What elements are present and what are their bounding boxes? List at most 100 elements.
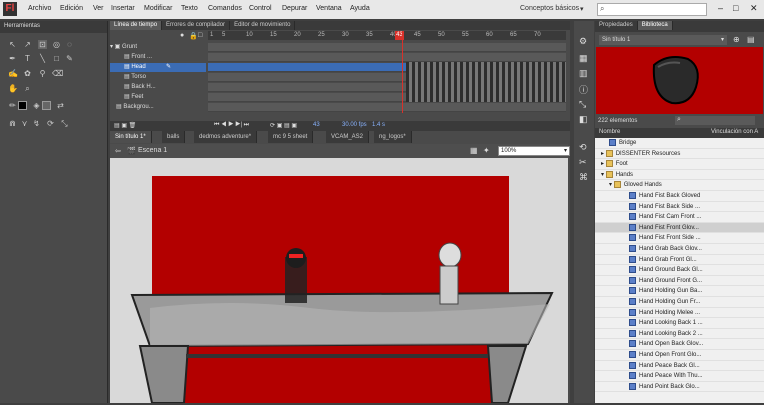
library-item[interactable]: ▸ DISSENTER Resources xyxy=(595,148,764,160)
new-library-icon[interactable]: ▤ xyxy=(747,35,755,44)
playback-controls[interactable]: ⏮ ◀ ▶ ▶| ⏭ xyxy=(214,122,249,129)
eraser-tool-icon[interactable]: ⌫ xyxy=(52,69,63,78)
back-arrow-icon[interactable]: ⇦ xyxy=(115,147,121,155)
actions-panel-icon[interactable]: ⌘ xyxy=(579,172,588,183)
doc-tab[interactable]: VCAM_AS2 xyxy=(326,131,370,143)
library-item[interactable]: Hand Fist Cam Front ... xyxy=(595,212,764,223)
menu-comandos[interactable]: Comandos xyxy=(208,5,242,12)
keyframe-sequence[interactable] xyxy=(406,62,566,102)
library-item[interactable]: Hand Fist Front Side ... xyxy=(595,233,764,244)
close-icon[interactable]: ✕ xyxy=(750,3,758,14)
menu-ver[interactable]: Ver xyxy=(93,5,104,12)
straighten-icon[interactable]: ↯ xyxy=(32,119,41,128)
library-item[interactable]: ▾ Gloved Hands xyxy=(595,180,764,191)
help-search-input[interactable]: ⌕ xyxy=(597,3,707,16)
color-panel-icon[interactable]: ⚙ xyxy=(579,36,587,47)
fill-color-swatch[interactable] xyxy=(42,101,51,110)
outline-icon[interactable]: □ xyxy=(198,32,202,39)
library-item[interactable]: Hand Holding Gun Ba... xyxy=(595,286,764,297)
deco-tool-icon[interactable]: ✿ xyxy=(23,69,32,78)
library-item[interactable]: Hand Grab Front Gl... xyxy=(595,254,764,266)
library-item[interactable]: Hand Ground Front G... xyxy=(595,275,764,287)
library-search-input[interactable]: ⌕ xyxy=(675,116,755,125)
minimize-icon[interactable]: – xyxy=(718,3,723,13)
rotate-icon[interactable]: ⟳ xyxy=(46,119,55,128)
library-item[interactable]: ▾ Hands xyxy=(595,169,764,181)
menu-control[interactable]: Control xyxy=(249,5,272,12)
doc-tab[interactable]: dedmos adventure* xyxy=(194,131,258,143)
timeline-ruler[interactable]: 1 5 10 15 20 25 30 35 40 45 50 55 60 65 … xyxy=(208,31,566,40)
pencil-tool-icon[interactable]: ✎ xyxy=(65,54,74,63)
layer-row[interactable]: ▤ Backgrou... xyxy=(110,103,206,112)
current-frame[interactable]: 43 xyxy=(313,122,320,128)
lock-icon[interactable]: 🔒 xyxy=(189,32,198,40)
pin-icon[interactable]: ⊕ xyxy=(733,35,740,44)
workspace-dropdown-icon[interactable]: ▾ xyxy=(580,5,584,13)
rectangle-tool-icon[interactable]: □ xyxy=(52,54,61,63)
library-item[interactable]: Hand Peace Back Gl... xyxy=(595,360,764,372)
library-item[interactable]: Hand Looking Back 2 ... xyxy=(595,328,764,340)
layer-row[interactable]: ▤ Front ... xyxy=(110,53,206,62)
column-linkage[interactable]: Vinculación con A xyxy=(711,129,758,135)
layer-row[interactable]: ▤ Back H... xyxy=(110,83,206,92)
onion-skin-icons[interactable]: ⟳ ▣ ▤ ▣ xyxy=(270,122,297,129)
layer-row-selected[interactable]: ▤ Head ✎ xyxy=(110,63,206,72)
menu-modificar[interactable]: Modificar xyxy=(144,5,172,12)
workspace-switcher[interactable]: Conceptos básicos xyxy=(520,5,579,12)
tab-compiler-errors[interactable]: Errores de compilador xyxy=(162,21,231,30)
doc-tab[interactable]: balls xyxy=(162,131,186,143)
library-item[interactable]: Hand Grab Back Glov... xyxy=(595,244,764,255)
layer-frames[interactable] xyxy=(208,43,566,52)
library-item[interactable]: Hand Looking Back 1 ... xyxy=(595,318,764,329)
info-panel-icon[interactable]: ⓘ xyxy=(579,83,588,96)
doc-tab[interactable]: ng_logos* xyxy=(374,131,412,143)
edit-symbols-icon[interactable]: ✦ xyxy=(483,146,490,155)
library-item[interactable]: Hand Open Back Glov... xyxy=(595,339,764,350)
layer-frames[interactable] xyxy=(208,53,566,62)
menu-texto[interactable]: Texto xyxy=(181,5,198,12)
transform-panel-icon[interactable]: ⤡ xyxy=(579,99,586,110)
history-panel-icon[interactable]: ⟲ xyxy=(579,142,587,153)
library-item[interactable]: Hand Open Front Glo... xyxy=(595,350,764,361)
column-name[interactable]: Nombre xyxy=(599,129,620,135)
menu-edicion[interactable]: Edición xyxy=(60,5,83,12)
edit-scene-icon[interactable]: ▦ xyxy=(470,146,478,155)
zoom-select[interactable]: 100% ▾ xyxy=(498,146,570,156)
brush-tool-icon[interactable]: ✍ xyxy=(8,69,18,78)
maximize-icon[interactable]: □ xyxy=(733,3,738,13)
line-tool-icon[interactable]: ╲ xyxy=(38,54,47,63)
menu-ventana[interactable]: Ventana xyxy=(316,5,342,12)
swatches-panel-icon[interactable]: ▦ xyxy=(579,53,588,64)
library-item-selected[interactable]: Hand Fist Front Glov... xyxy=(595,222,764,234)
components-panel-icon[interactable]: ◧ xyxy=(579,114,588,125)
layer-row[interactable]: ▤ Feet xyxy=(110,93,206,102)
zoom-tool-icon[interactable]: ⌕ xyxy=(23,84,32,93)
tab-library[interactable]: Biblioteca xyxy=(637,21,673,30)
library-item[interactable]: Hand Peace With Thu... xyxy=(595,371,764,382)
library-item[interactable]: Bridge xyxy=(595,138,764,149)
library-item[interactable]: Hand Fist Back Gloved xyxy=(595,191,764,202)
smooth-icon[interactable]: ⋎ xyxy=(20,119,29,128)
library-item[interactable]: Hand Point Back Glo... xyxy=(595,381,764,393)
free-transform-tool-icon[interactable]: ⊡ xyxy=(38,40,47,49)
scene-label[interactable]: Escena 1 xyxy=(138,147,167,154)
subselection-tool-icon[interactable]: ↗ xyxy=(23,40,32,49)
layer-frames[interactable] xyxy=(208,103,566,112)
tab-properties[interactable]: Propiedades xyxy=(595,21,638,30)
tab-timeline[interactable]: Línea de tiempo xyxy=(110,21,163,30)
doc-tab[interactable]: mc 9 5 sheet xyxy=(268,131,314,143)
library-item[interactable]: Hand Fist Back Side ... xyxy=(595,201,764,213)
eye-icon[interactable]: ● xyxy=(180,32,184,39)
menu-archivo[interactable]: Archivo xyxy=(28,5,51,12)
stage-canvas[interactable] xyxy=(110,158,568,404)
layer-row-folder[interactable]: ▾ ▣ Grunt xyxy=(110,43,206,52)
bone-tool-icon[interactable]: ⚲ xyxy=(38,69,47,78)
selection-tool-icon[interactable]: ↖ xyxy=(8,40,17,49)
library-item[interactable]: Hand Holding Melee ... xyxy=(595,307,764,319)
lasso-tool-icon[interactable]: ◌ xyxy=(65,40,74,49)
code-snippets-icon[interactable]: ✂ xyxy=(579,157,587,168)
swap-colors-icon[interactable]: ⇄ xyxy=(56,101,65,110)
fill-color-icon[interactable]: ◈ xyxy=(32,101,41,110)
stroke-color-icon[interactable]: ✏ xyxy=(8,101,17,110)
align-panel-icon[interactable]: ▥ xyxy=(579,68,588,79)
